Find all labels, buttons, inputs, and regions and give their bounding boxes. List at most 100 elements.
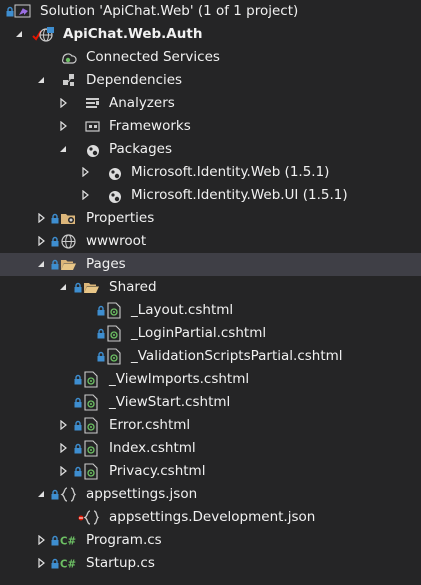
tree-node-file[interactable]: Error.cshtml — [0, 414, 421, 437]
nuget-package-icon — [106, 187, 123, 204]
razor-file-icon — [106, 325, 123, 342]
tree-node-package-identity-web[interactable]: Microsoft.Identity.Web (1.5.1) — [0, 161, 421, 184]
collapse-arrow-icon[interactable] — [80, 167, 90, 177]
tree-node-package-identity-web-ui[interactable]: Microsoft.Identity.Web.UI (1.5.1) — [0, 184, 421, 207]
tree-node-solution[interactable]: Solution 'ApiChat.Web' (1 of 1 project) — [0, 0, 421, 23]
csharp-file-icon: C# — [60, 555, 77, 572]
collapse-arrow-icon[interactable] — [58, 420, 68, 430]
nuget-package-icon — [84, 141, 101, 158]
tree-node-file[interactable]: _ViewStart.cshtml — [0, 391, 421, 414]
lock-icon — [97, 327, 105, 339]
razor-file-icon — [83, 417, 100, 434]
collapse-arrow-icon[interactable] — [36, 213, 46, 223]
connected-services-icon — [60, 49, 77, 66]
lock-icon — [51, 235, 59, 247]
lock-icon — [97, 304, 105, 316]
lock-icon — [74, 465, 82, 477]
dependencies-icon — [60, 72, 77, 89]
lock-icon — [74, 373, 82, 385]
collapse-arrow-icon[interactable] — [58, 443, 68, 453]
tree-node-label: Microsoft.Identity.Web (1.5.1) — [131, 164, 330, 180]
collapse-arrow-icon[interactable] — [36, 558, 46, 568]
tree-node-label: Frameworks — [109, 118, 191, 134]
tree-node-label: ApiChat.Web.Auth — [63, 26, 203, 42]
collapse-arrow-icon[interactable] — [80, 190, 90, 200]
tree-node-label: _ViewImports.cshtml — [109, 371, 250, 387]
frameworks-icon — [84, 118, 101, 135]
tree-node-frameworks[interactable]: Frameworks — [0, 115, 421, 138]
tree-node-label: Microsoft.Identity.Web.UI (1.5.1) — [131, 187, 348, 203]
lock-icon — [51, 212, 59, 224]
lock-icon — [6, 5, 14, 17]
tree-node-file[interactable]: _Layout.cshtml — [0, 299, 421, 322]
open-folder-icon — [83, 279, 100, 296]
analyzers-icon — [84, 95, 101, 112]
tree-node-dependencies[interactable]: Dependencies — [0, 69, 421, 92]
tree-node-label: Pages — [86, 256, 126, 272]
collapse-arrow-icon[interactable] — [36, 535, 46, 545]
razor-file-icon — [83, 463, 100, 480]
expand-arrow-icon[interactable] — [36, 259, 46, 269]
collapse-arrow-icon[interactable] — [36, 236, 46, 246]
tree-node-file[interactable]: _ViewImports.cshtml — [0, 368, 421, 391]
web-project-icon — [38, 26, 55, 43]
csharp-file-icon: C# — [60, 532, 77, 549]
tree-node-appsettings[interactable]: appsettings.json — [0, 483, 421, 506]
lock-icon — [51, 557, 59, 569]
expand-arrow-icon[interactable] — [58, 282, 68, 292]
open-folder-icon — [60, 256, 77, 273]
tree-node-label: Analyzers — [109, 95, 175, 111]
lock-icon — [97, 350, 105, 362]
tree-node-label: appsettings.json — [86, 486, 198, 502]
tree-node-file[interactable]: _LoginPartial.cshtml — [0, 322, 421, 345]
tree-node-label: Privacy.cshtml — [109, 463, 206, 479]
tree-node-program-cs[interactable]: C# Program.cs — [0, 529, 421, 552]
tree-node-label: Error.cshtml — [109, 417, 191, 433]
tree-node-label: Startup.cs — [86, 555, 155, 571]
tree-node-file[interactable]: _ValidationScriptsPartial.cshtml — [0, 345, 421, 368]
expand-arrow-icon[interactable] — [36, 489, 46, 499]
tree-node-file[interactable]: Index.cshtml — [0, 437, 421, 460]
tree-node-shared[interactable]: Shared — [0, 276, 421, 299]
lock-icon — [51, 534, 59, 546]
json-file-icon — [83, 509, 100, 526]
lock-icon — [74, 396, 82, 408]
globe-icon — [60, 233, 77, 250]
svg-text:C#: C# — [60, 559, 76, 570]
tree-node-label: Shared — [109, 279, 157, 295]
tree-node-label: Connected Services — [86, 49, 220, 65]
lock-icon — [74, 442, 82, 454]
tree-node-label: Program.cs — [86, 532, 162, 548]
razor-file-icon — [83, 371, 100, 388]
svg-text:C#: C# — [60, 536, 76, 547]
lock-icon — [51, 488, 59, 500]
tree-node-properties[interactable]: Properties — [0, 207, 421, 230]
expand-arrow-icon[interactable] — [58, 144, 68, 154]
visual-studio-solution-icon — [14, 3, 31, 20]
tree-node-label: Packages — [109, 141, 172, 157]
tree-node-project[interactable]: ApiChat.Web.Auth — [0, 23, 421, 46]
tree-node-packages[interactable]: Packages — [0, 138, 421, 161]
collapse-arrow-icon[interactable] — [58, 121, 68, 131]
lock-icon — [74, 419, 82, 431]
nuget-package-icon — [106, 164, 123, 181]
tree-node-analyzers[interactable]: Analyzers — [0, 92, 421, 115]
tree-node-appsettings-development[interactable]: appsettings.Development.json — [0, 506, 421, 529]
expand-arrow-icon[interactable] — [14, 29, 24, 39]
expand-arrow-icon[interactable] — [36, 75, 46, 85]
lock-icon — [51, 258, 59, 270]
tree-node-connected-services[interactable]: Connected Services — [0, 46, 421, 69]
json-file-icon — [60, 486, 77, 503]
tree-node-pages[interactable]: Pages — [0, 253, 421, 276]
tree-node-label: _Layout.cshtml — [131, 302, 234, 318]
tree-node-label: wwwroot — [86, 233, 147, 249]
collapse-arrow-icon[interactable] — [58, 98, 68, 108]
tree-node-wwwroot[interactable]: wwwroot — [0, 230, 421, 253]
tree-node-label: Dependencies — [86, 72, 183, 88]
tree-node-file[interactable]: Privacy.cshtml — [0, 460, 421, 483]
collapse-arrow-icon[interactable] — [58, 466, 68, 476]
tree-node-label: _ValidationScriptsPartial.cshtml — [131, 348, 343, 364]
razor-file-icon — [106, 348, 123, 365]
tree-node-startup-cs[interactable]: C# Startup.cs — [0, 552, 421, 575]
tree-node-label: appsettings.Development.json — [109, 509, 316, 525]
